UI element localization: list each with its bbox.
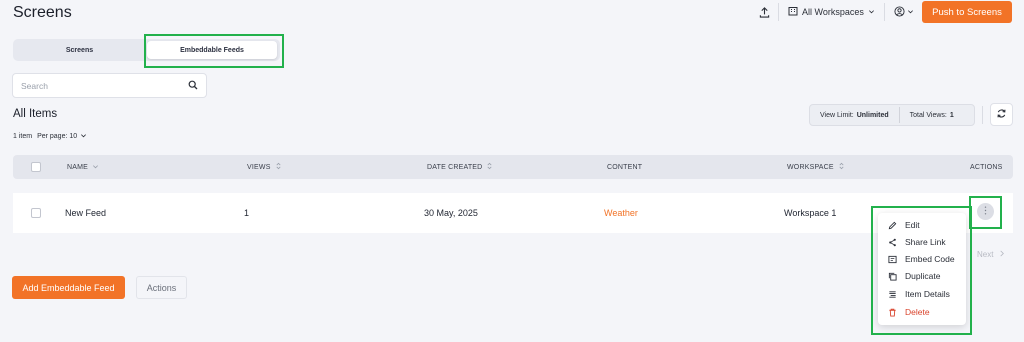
table-row[interactable]: New Feed 1 30 May, 2025 Weather Workspac…: [13, 193, 1013, 233]
column-label: ACTIONS: [970, 163, 1003, 171]
sort-icon: [838, 162, 845, 172]
highlight-box: [871, 206, 972, 335]
column-label: VIEWS: [247, 163, 271, 171]
total-views-label: Total Views:: [909, 111, 947, 119]
page-title: Screens: [13, 4, 72, 21]
per-page-selector[interactable]: Per page: 10: [37, 132, 87, 141]
push-to-screens-button[interactable]: Push to Screens: [922, 1, 1012, 23]
table-header: NAME VIEWS DATE CREATED CONTENT WORKSPAC…: [13, 155, 1013, 179]
cell-content[interactable]: Weather: [604, 193, 638, 233]
upload-icon[interactable]: [754, 2, 774, 22]
total-views-value: 1: [949, 111, 954, 119]
highlight-box: [969, 196, 1002, 229]
column-views[interactable]: VIEWS: [247, 155, 282, 179]
search-input[interactable]: [21, 80, 188, 91]
item-count: 1 item: [13, 133, 33, 140]
search-icon[interactable]: [188, 80, 198, 92]
highlight-box: [144, 34, 284, 68]
workspace-selector[interactable]: All Workspaces: [788, 3, 875, 21]
column-label: DATE CREATED: [427, 163, 483, 171]
chevron-down-icon: [80, 132, 87, 141]
column-label: NAME: [67, 163, 89, 171]
chevron-right-icon: [999, 250, 1005, 259]
search-box: [12, 73, 207, 98]
column-workspace[interactable]: WORKSPACE: [787, 155, 845, 179]
view-limit: View Limit: Unlimited: [810, 112, 899, 119]
chevron-down-icon: [92, 163, 99, 172]
building-icon: [788, 6, 798, 18]
sort-icon: [275, 162, 282, 172]
column-label: WORKSPACE: [787, 163, 834, 171]
workspace-label: All Workspaces: [802, 7, 864, 17]
per-page-label: Per page: 10: [37, 133, 78, 140]
header-divider: [778, 3, 779, 21]
divider: [982, 106, 983, 124]
add-embeddable-feed-button[interactable]: Add Embeddable Feed: [12, 276, 125, 299]
chevron-down-icon: [907, 7, 914, 17]
profile-menu[interactable]: [894, 3, 914, 21]
user-circle-icon: [894, 5, 905, 19]
bulk-actions-button[interactable]: Actions: [136, 276, 187, 299]
chevron-down-icon: [868, 7, 875, 17]
tab-screens[interactable]: Screens: [13, 39, 146, 61]
column-actions: ACTIONS: [970, 155, 1003, 179]
cell-workspace: Workspace 1: [784, 208, 837, 218]
section-title: All Items: [13, 108, 58, 120]
sort-icon: [486, 162, 493, 172]
cell-name[interactable]: New Feed: [65, 193, 106, 233]
pagination-next[interactable]: Next: [977, 250, 1005, 259]
refresh-icon: [996, 108, 1007, 121]
cell-views: 1: [244, 208, 250, 218]
column-name[interactable]: NAME: [67, 155, 99, 179]
usage-summary: View Limit: Unlimited Total Views: 1: [809, 104, 975, 126]
row-checkbox[interactable]: [31, 193, 41, 233]
column-content: CONTENT: [607, 155, 642, 179]
view-limit-value: Unlimited: [856, 111, 889, 119]
list-meta: 1 item Per page: 10: [13, 132, 87, 141]
cell-date-created: 30 May, 2025: [424, 208, 478, 218]
header-divider: [884, 3, 885, 21]
view-limit-label: View Limit:: [820, 111, 854, 119]
refresh-button[interactable]: [990, 103, 1013, 126]
column-label: CONTENT: [607, 163, 643, 171]
column-date-created[interactable]: DATE CREATED: [427, 155, 493, 179]
total-views: Total Views: 1: [900, 112, 964, 119]
next-label: Next: [977, 250, 994, 259]
select-all-checkbox[interactable]: [31, 155, 41, 179]
